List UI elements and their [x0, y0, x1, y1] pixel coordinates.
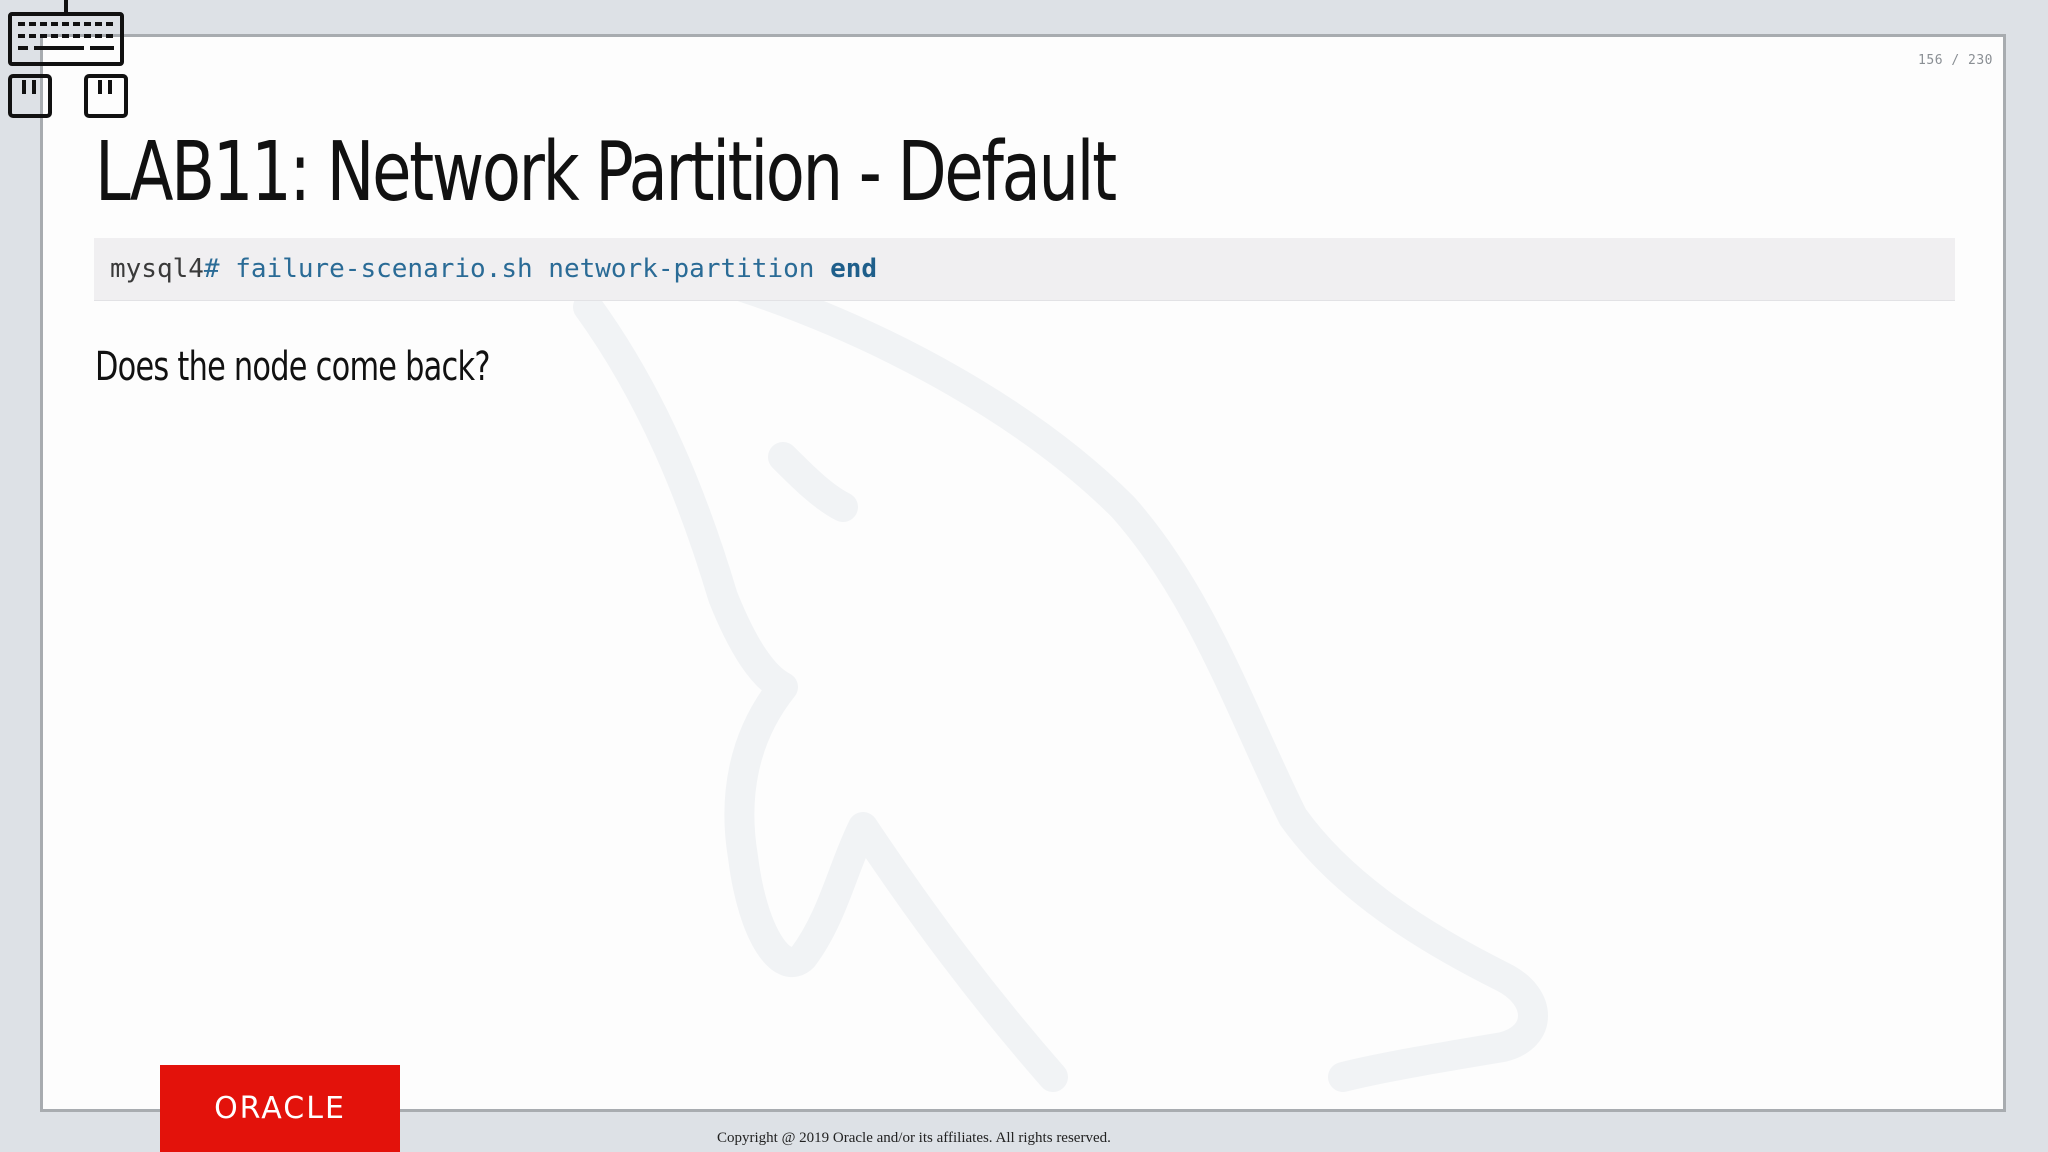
page-counter: 156 / 230: [1918, 53, 1993, 68]
code-prompt-host: mysql4: [110, 254, 204, 284]
slide-question: Does the node come back?: [95, 344, 490, 390]
oracle-logo-text: ORACLE: [214, 1091, 346, 1126]
code-block: mysql4 # failure-scenario.sh network-part…: [94, 238, 1955, 301]
code-command: failure-scenario.sh network-partition: [235, 254, 815, 284]
oracle-logo: ORACLE: [160, 1065, 400, 1152]
keyboard-icon[interactable]: [6, 0, 128, 120]
copyright-notice: Copyright @ 2019 Oracle and/or its affil…: [717, 1130, 1111, 1146]
slide: 156 / 230 LAB11: Network Partition - Def…: [40, 34, 2006, 1112]
slide-title: LAB11: Network Partition - Default: [95, 125, 1117, 220]
code-prompt-hash: #: [203, 254, 220, 284]
presentation-viewport: 156 / 230 LAB11: Network Partition - Def…: [0, 0, 2048, 1152]
code-command-end: end: [830, 254, 878, 284]
